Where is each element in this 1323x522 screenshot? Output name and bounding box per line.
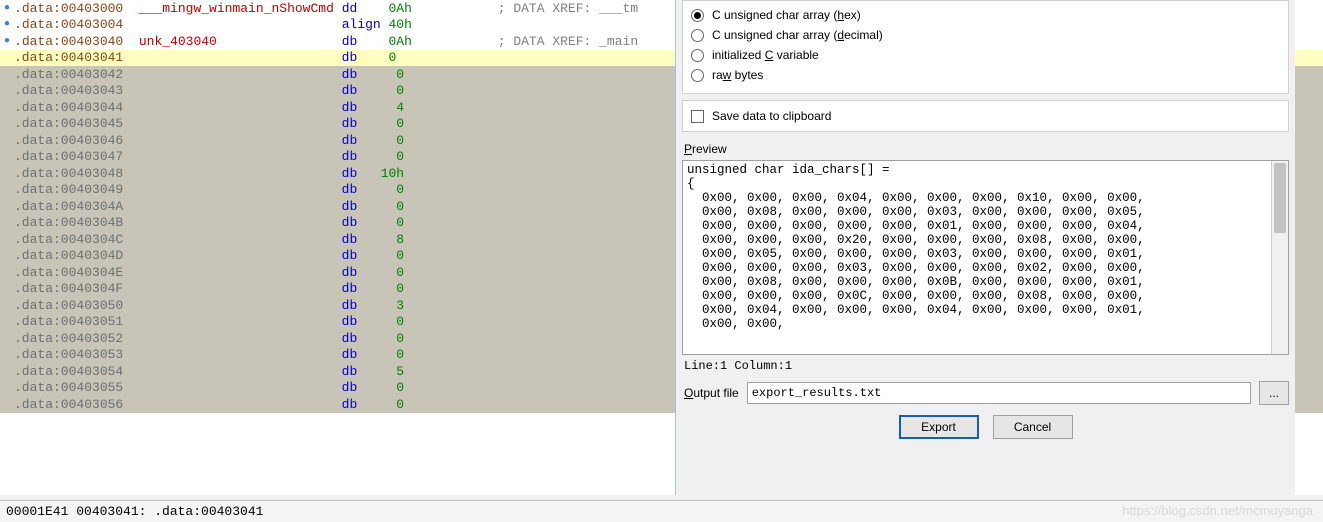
radio-circle [691, 9, 704, 22]
breakpoint-bullet[interactable]: ● [4, 36, 10, 47]
format-radio-group: C unsigned char array (hex)C unsigned ch… [682, 0, 1289, 94]
status-bar: 00001E41 00403041: .data:00403041 [0, 500, 1323, 522]
export-button[interactable]: Export [899, 415, 979, 439]
status-text: 00001E41 00403041: .data:00403041 [6, 504, 263, 519]
breakpoint-bullet[interactable]: ● [4, 3, 10, 14]
radio-circle [691, 29, 704, 42]
breakpoint-bullet[interactable]: ● [4, 19, 10, 30]
format-radio-1[interactable]: C unsigned char array (decimal) [691, 25, 1280, 45]
preview-scrollbar[interactable] [1271, 161, 1288, 354]
cancel-button[interactable]: Cancel [993, 415, 1073, 439]
export-dialog: C unsigned char array (hex)C unsigned ch… [675, 0, 1295, 495]
output-file-input[interactable] [747, 382, 1251, 404]
radio-circle [691, 49, 704, 62]
format-radio-0[interactable]: C unsigned char array (hex) [691, 5, 1280, 25]
checkbox-box [691, 110, 704, 123]
format-radio-2[interactable]: initialized C variable [691, 45, 1280, 65]
preview-text[interactable]: unsigned char ida_chars[] = { 0x00, 0x00… [683, 161, 1271, 354]
save-clipboard-checkbox[interactable]: Save data to clipboard [691, 109, 1280, 123]
preview-label: Preview [684, 142, 1289, 156]
format-radio-3[interactable]: raw bytes [691, 65, 1280, 85]
line-column-indicator: Line:1 Column:1 [684, 359, 1287, 373]
browse-button[interactable]: ... [1259, 381, 1289, 405]
preview-box: unsigned char ida_chars[] = { 0x00, 0x00… [682, 160, 1289, 355]
dialog-buttons: Export Cancel [682, 415, 1289, 439]
output-file-row: Output file ... [684, 381, 1289, 405]
clipboard-check-group: Save data to clipboard [682, 100, 1289, 132]
scrollbar-thumb[interactable] [1274, 163, 1286, 233]
output-file-label: Output file [684, 386, 739, 400]
radio-circle [691, 69, 704, 82]
save-clipboard-label: Save data to clipboard [712, 109, 831, 123]
